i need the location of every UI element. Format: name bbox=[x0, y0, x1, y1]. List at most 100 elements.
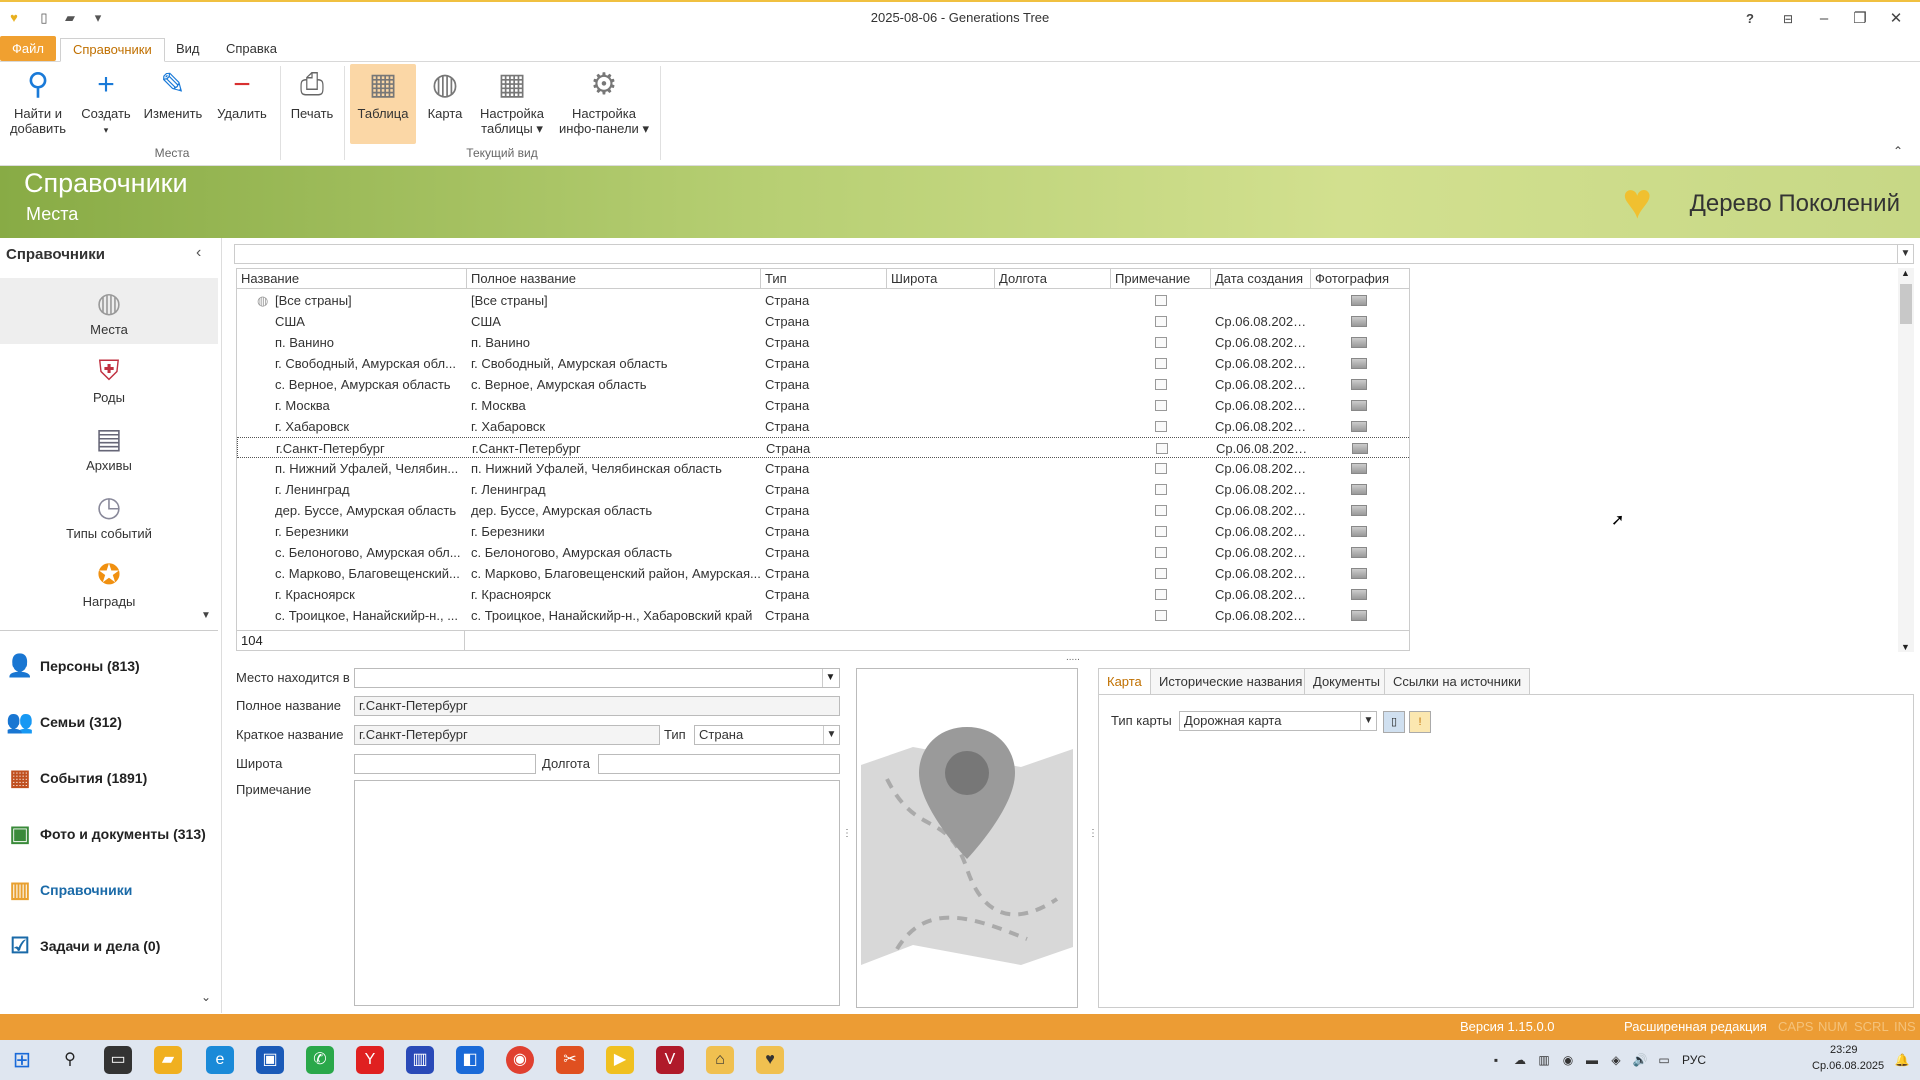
table-settings-button[interactable]: ▦ Настройка таблицы ▾ bbox=[476, 68, 548, 136]
table-row[interactable]: с. Троицкое, Нанайскийр-н., ... с. Троицк… bbox=[237, 605, 1409, 626]
table-row[interactable]: дер. Буссе, Амурская область дер. Буссе, … bbox=[237, 500, 1409, 521]
language-indicator[interactable]: РУС bbox=[1682, 1053, 1706, 1067]
scroll-down-icon[interactable]: ▼ bbox=[1901, 642, 1910, 652]
generations-tree-icon[interactable]: ♥ bbox=[756, 1046, 784, 1074]
tray-cloud-icon[interactable]: ☁ bbox=[1512, 1052, 1528, 1068]
tab-source-links[interactable]: Ссылки на источники bbox=[1384, 668, 1531, 694]
table-row[interactable]: г. Свободный, Амурская обл... г. Свободны… bbox=[237, 353, 1409, 374]
tab-map[interactable]: Карта bbox=[1098, 668, 1151, 694]
table-view-button[interactable]: ▦ Таблица bbox=[350, 64, 416, 144]
edge-icon[interactable]: e bbox=[206, 1046, 234, 1074]
nav-item-archives[interactable]: ▤ Архивы bbox=[0, 414, 218, 480]
photo-icon[interactable] bbox=[1351, 568, 1367, 579]
table-row[interactable]: г. Ленинград г. Ленинград Страна Ср.06.08.2… bbox=[237, 479, 1409, 500]
table-row[interactable]: г. Красноярск г. Красноярск Страна Ср.06.08… bbox=[237, 584, 1409, 605]
table-row[interactable]: ◍ [Все страны] [Все страны] Страна bbox=[237, 290, 1409, 311]
explorer-icon[interactable]: ▰ bbox=[154, 1046, 182, 1074]
col-longitude[interactable]: Долгота bbox=[995, 269, 1111, 289]
map-info-icon[interactable]: ! bbox=[1409, 711, 1431, 733]
type-dropdown-icon[interactable]: ▼ bbox=[823, 726, 839, 744]
tray-network-icon[interactable]: ▭ bbox=[1656, 1052, 1672, 1068]
note-icon[interactable] bbox=[1155, 547, 1167, 558]
task-view-icon[interactable]: ▭ bbox=[104, 1046, 132, 1074]
nav-sections-chevron-icon[interactable]: ⌄ bbox=[201, 990, 211, 1004]
map-settings-icon[interactable]: ▯ bbox=[1383, 711, 1405, 733]
note-icon[interactable] bbox=[1155, 568, 1167, 579]
photo-icon[interactable] bbox=[1351, 505, 1367, 516]
located-in-dropdown-icon[interactable]: ▼ bbox=[822, 669, 838, 687]
table-row[interactable]: г. Березники г. Березники Страна Ср.06.08.2… bbox=[237, 521, 1409, 542]
info-panel-settings-button[interactable]: ⚙ Настройка инфо-панели ▾ bbox=[556, 68, 652, 136]
map-type-dropdown-icon[interactable]: ▼ bbox=[1360, 712, 1376, 730]
photo-icon[interactable] bbox=[1351, 337, 1367, 348]
app-icon-blue[interactable]: ◧ bbox=[456, 1046, 484, 1074]
note-icon[interactable] bbox=[1155, 421, 1167, 432]
table-row[interactable]: с. Марково, Благовещенский... с. Марково,… bbox=[237, 563, 1409, 584]
table-row[interactable]: п. Нижний Уфалей, Челябин... п. Нижний Уф… bbox=[237, 458, 1409, 479]
nav-item-clans[interactable]: ⛨ Роды bbox=[0, 346, 218, 412]
table-row[interactable]: п. Ванино п. Ванино Страна Ср.06.08.2025... bbox=[237, 332, 1409, 353]
note-icon[interactable] bbox=[1155, 589, 1167, 600]
photo-icon[interactable] bbox=[1351, 358, 1367, 369]
chrome-icon[interactable]: ◉ bbox=[506, 1046, 534, 1074]
note-icon[interactable] bbox=[1155, 463, 1167, 474]
note-icon[interactable] bbox=[1155, 484, 1167, 495]
photo-icon[interactable] bbox=[1351, 421, 1367, 432]
collapse-ribbon-icon[interactable]: ⌃ bbox=[1893, 144, 1903, 158]
create-button[interactable]: + Создать ▾ bbox=[78, 68, 134, 138]
tab-help[interactable]: Справка bbox=[214, 38, 289, 62]
photo-icon[interactable] bbox=[1351, 610, 1367, 621]
photo-icon[interactable] bbox=[1351, 463, 1367, 474]
photo-icon[interactable] bbox=[1351, 484, 1367, 495]
find-add-button[interactable]: ⚲ Найти и добавить bbox=[6, 68, 70, 136]
tray-shield-icon[interactable]: ◉ bbox=[1560, 1052, 1576, 1068]
note-icon[interactable] bbox=[1155, 400, 1167, 411]
grid-scrollbar[interactable]: ▲ ▼ bbox=[1898, 268, 1914, 652]
section-tasks[interactable]: ☑ Задачи и дела (0) bbox=[0, 918, 218, 974]
type-select[interactable]: Страна ▼ bbox=[694, 725, 840, 745]
section-directories[interactable]: ▥ Справочники bbox=[0, 862, 218, 918]
map-type-select[interactable]: Дорожная карта ▼ bbox=[1179, 711, 1377, 731]
photo-icon[interactable] bbox=[1351, 526, 1367, 537]
table-row[interactable]: г. Хабаровск г. Хабаровск Страна Ср.06.08.2… bbox=[237, 416, 1409, 437]
scroll-up-icon[interactable]: ▲ bbox=[1901, 268, 1910, 278]
full-name-field[interactable]: г.Санкт-Петербург bbox=[354, 696, 840, 716]
notification-icon[interactable]: 🔔 bbox=[1894, 1052, 1910, 1068]
col-type[interactable]: Тип bbox=[761, 269, 887, 289]
section-photos-docs[interactable]: ▣ Фото и документы (313) bbox=[0, 806, 218, 862]
search-icon[interactable]: ⚲ bbox=[56, 1046, 84, 1074]
table-row[interactable]: г. Москва г. Москва Страна Ср.06.08.2025... bbox=[237, 395, 1409, 416]
nav-item-event-types[interactable]: ◷ Типы событий bbox=[0, 482, 218, 548]
note-textarea[interactable] bbox=[354, 780, 840, 1006]
note-icon[interactable] bbox=[1155, 610, 1167, 621]
photo-icon[interactable] bbox=[1351, 589, 1367, 600]
section-events[interactable]: ▦ События (1891) bbox=[0, 750, 218, 806]
longitude-field[interactable] bbox=[598, 754, 840, 774]
vertical-splitter-2[interactable]: ⋮ bbox=[1088, 828, 1098, 839]
photo-icon[interactable] bbox=[1352, 443, 1368, 454]
col-created[interactable]: Дата создания bbox=[1211, 269, 1311, 289]
note-icon[interactable] bbox=[1155, 526, 1167, 537]
edit-button[interactable]: ✎ Изменить bbox=[142, 68, 204, 121]
map-view-button[interactable]: ◍ Карта bbox=[420, 68, 470, 121]
vertical-splitter-1[interactable]: ⋮ bbox=[842, 828, 852, 839]
collapse-nav-icon[interactable]: ‹ bbox=[196, 244, 201, 262]
latitude-field[interactable] bbox=[354, 754, 536, 774]
note-icon[interactable] bbox=[1155, 358, 1167, 369]
table-row[interactable]: г.Санкт-Петербург г.Санкт-Петербург Страна… bbox=[237, 437, 1409, 458]
section-families[interactable]: 👥 Семьи (312) bbox=[0, 694, 218, 750]
clock-date[interactable]: Ср.06.08.2025 bbox=[1812, 1060, 1884, 1072]
scroll-thumb[interactable] bbox=[1900, 284, 1912, 324]
tray-app-icon[interactable]: ◈ bbox=[1608, 1052, 1624, 1068]
close-button[interactable]: ✕ bbox=[1878, 6, 1914, 32]
charts-app-icon[interactable]: ▥ bbox=[406, 1046, 434, 1074]
note-icon[interactable] bbox=[1156, 443, 1168, 454]
filter-bar[interactable]: ▼ bbox=[234, 244, 1914, 264]
tab-directories[interactable]: Справочники bbox=[60, 38, 165, 62]
home-app-icon[interactable]: ⌂ bbox=[706, 1046, 734, 1074]
chevron-down-icon[interactable]: ▼ bbox=[1897, 245, 1913, 263]
photo-icon[interactable] bbox=[1351, 547, 1367, 558]
col-name[interactable]: Название bbox=[237, 269, 467, 289]
tray-flag-icon[interactable]: ▬ bbox=[1584, 1052, 1600, 1068]
tab-historical-names[interactable]: Исторические названия bbox=[1150, 668, 1312, 694]
